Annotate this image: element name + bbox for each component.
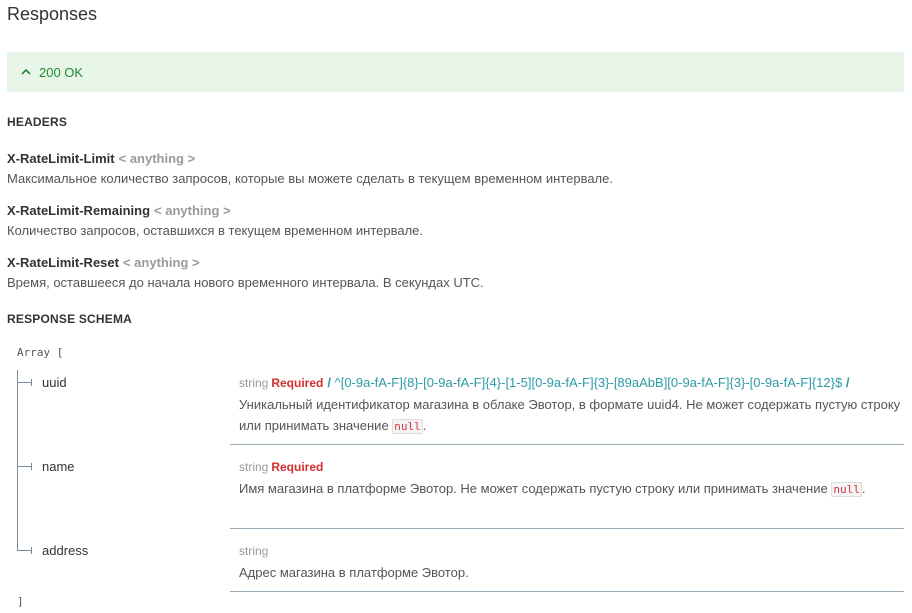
response-status: 200 OK: [39, 64, 84, 80]
array-close-bracket: ]: [17, 595, 24, 608]
header-name: X-RateLimit-Remaining: [7, 203, 151, 218]
header-description: Количество запросов, оставшихся в текуще…: [7, 223, 424, 238]
tree-branch-cap: [31, 379, 32, 386]
header-type: < anything >: [154, 203, 231, 218]
response-200-toggle[interactable]: 200 OK: [7, 52, 904, 92]
header-item: X-RateLimit-Reset < anything > Время, ост…: [7, 255, 484, 290]
property-type: string: [239, 376, 269, 390]
property-description: Имя магазина в платформе Эвотор. Не може…: [239, 481, 828, 496]
property-detail: string Required Имя магазина в платформе …: [239, 456, 904, 500]
header-name: X-RateLimit-Reset: [7, 255, 119, 270]
tree-branch: [17, 466, 31, 467]
header-item: X-RateLimit-Remaining < anything > Количе…: [7, 203, 423, 238]
tree-branch: [17, 550, 31, 551]
pattern-delimiter: /: [845, 375, 850, 390]
pattern-delimiter: /: [327, 375, 331, 390]
header-description: Время, оставшееся до начала нового време…: [7, 275, 484, 290]
pattern-text: ^[0-9a-fA-F]{8}-[0-9a-fA-F]{4}-[1-5][0-9…: [334, 375, 843, 390]
property-name: address: [42, 543, 89, 558]
header-description: Максимальное количество запросов, которы…: [7, 171, 613, 186]
tree-branch-cap: [31, 547, 32, 554]
header-item: X-RateLimit-Limit < anything > Максимальн…: [7, 151, 613, 186]
property-name: name: [42, 459, 75, 474]
property-type: string: [239, 460, 269, 474]
null-code: null: [392, 419, 423, 434]
header-type: < anything >: [118, 151, 196, 166]
property-description: Уникальный идентификатор магазина в обла…: [239, 397, 901, 433]
response-schema-heading: RESPONSE SCHEMA: [7, 312, 133, 326]
tree-connector: [17, 370, 18, 550]
required-badge: Required: [271, 376, 324, 390]
chevron-up-icon: [21, 68, 31, 75]
description-trailing: .: [422, 418, 427, 433]
header-name: X-RateLimit-Limit: [7, 151, 115, 166]
property-pattern: / ^[0-9a-fA-F]{8}-[0-9a-fA-F]{4}-[1-5][0…: [327, 375, 849, 390]
tree-branch-cap: [31, 463, 32, 470]
property-name: uuid: [42, 375, 67, 390]
property-divider: [230, 591, 904, 592]
header-type: < anything >: [122, 255, 200, 270]
property-description: Адрес магазина в платформе Эвотор.: [239, 565, 469, 580]
property-divider: [230, 444, 904, 445]
null-code: null: [831, 482, 862, 497]
description-trailing: .: [861, 481, 866, 496]
property-type: string: [239, 544, 269, 558]
tree-branch: [17, 382, 31, 383]
required-badge: Required: [271, 460, 324, 474]
property-detail: string Адрес магазина в платформе Эвотор…: [239, 540, 904, 583]
headers-heading: HEADERS: [7, 115, 68, 129]
page-title: Responses: [7, 4, 98, 24]
property-divider: [230, 528, 904, 529]
property-detail: string Required / ^[0-9a-fA-F]{8}-[0-9a-fA…: [239, 372, 904, 437]
array-open-bracket: Array [: [17, 346, 64, 359]
